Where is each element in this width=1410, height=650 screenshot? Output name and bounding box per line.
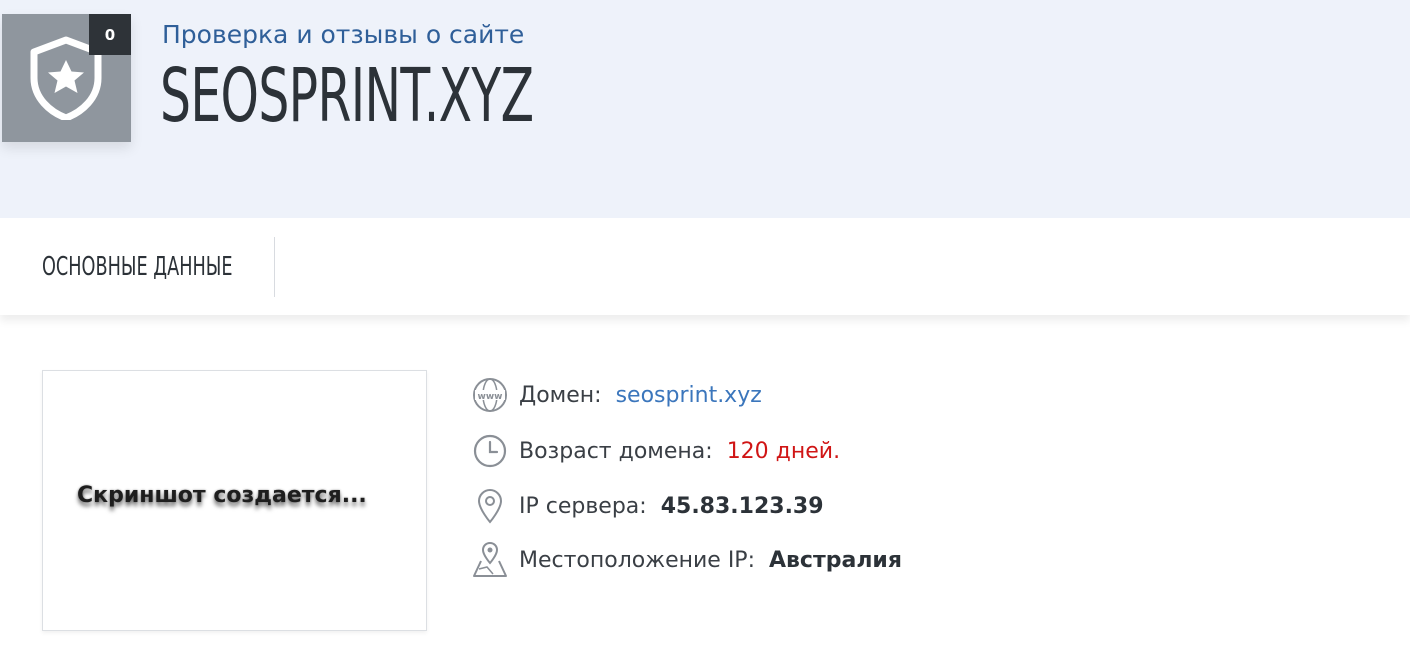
review-count-badge: 0 — [89, 14, 131, 55]
domain-label: Домен: — [519, 382, 602, 408]
map-pin-icon — [470, 540, 510, 580]
tab-divider — [274, 237, 275, 297]
location-pin-icon — [470, 486, 510, 526]
domain-age-label: Возраст домена: — [519, 438, 713, 464]
page-title: SEOSPRINT.XYZ — [160, 53, 534, 139]
clock-icon — [470, 431, 510, 471]
tab-main-data[interactable]: ОСНОВНЫЕ ДАННЫЕ — [42, 252, 233, 282]
info-row-domain: www Домен: seosprint.xyz — [470, 375, 762, 415]
site-screenshot-placeholder: Скриншот создается... — [42, 370, 427, 631]
server-ip-value: 45.83.123.39 — [660, 493, 824, 519]
site-header: 0 Проверка и отзывы о сайте SEOSPRINT.XY… — [0, 0, 1410, 218]
domain-age-value: 120 дней. — [726, 438, 841, 464]
screenshot-status-text: Скриншот создается... — [77, 483, 367, 508]
www-globe-icon: www — [470, 375, 510, 415]
svg-text:www: www — [478, 392, 503, 402]
info-row-domain-age: Возраст домена: 120 дней. — [470, 431, 840, 471]
page-subtitle: Проверка и отзывы о сайте — [162, 20, 525, 49]
tab-bar: ОСНОВНЫЕ ДАННЫЕ — [0, 218, 1410, 315]
domain-link[interactable]: seosprint.xyz — [616, 383, 762, 408]
info-row-ip-location: Местоположение IP: Австралия — [470, 540, 902, 580]
ip-location-value: Австралия — [768, 547, 902, 573]
info-row-server-ip: IP сервера: 45.83.123.39 — [470, 486, 824, 526]
ip-location-label: Местоположение IP: — [519, 547, 755, 573]
server-ip-label: IP сервера: — [519, 493, 647, 519]
